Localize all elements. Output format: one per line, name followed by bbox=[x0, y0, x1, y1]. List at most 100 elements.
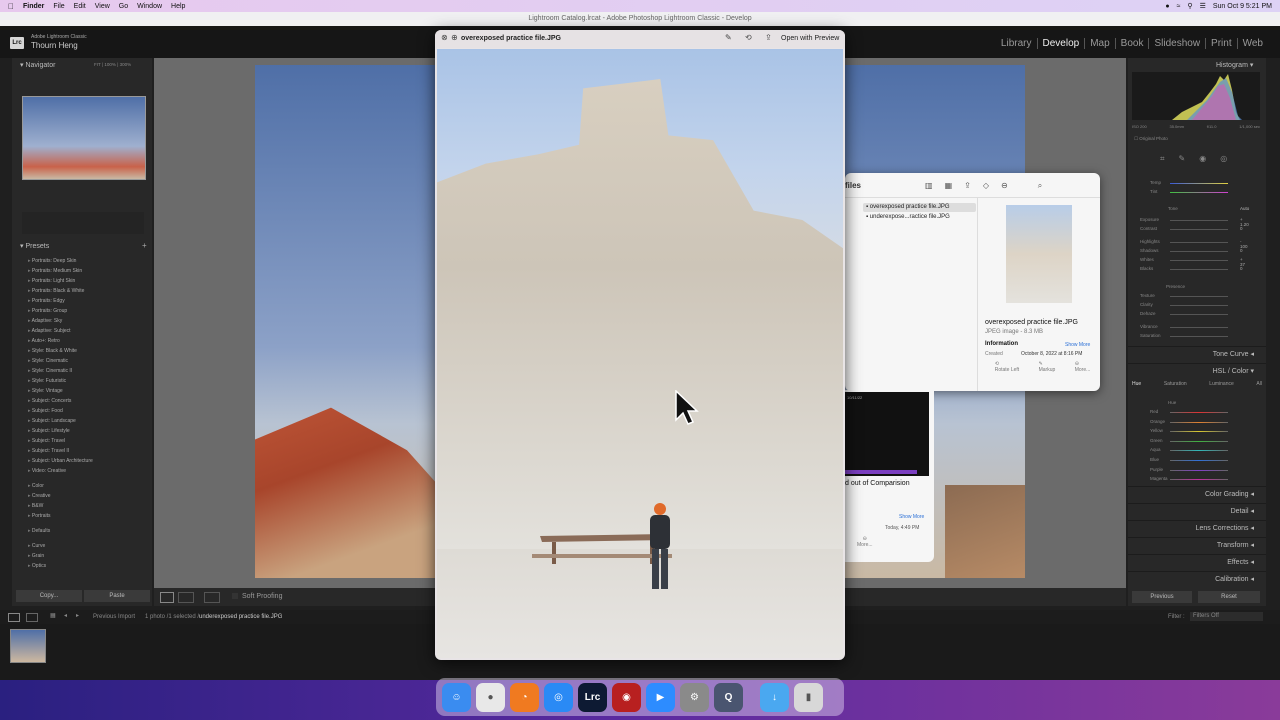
wifi-icon[interactable]: ≈ bbox=[1177, 3, 1181, 10]
panel-section[interactable]: Detail ◂ bbox=[1128, 503, 1266, 520]
apple-icon[interactable]:  bbox=[8, 2, 14, 11]
menu-app-finder[interactable]: Finder bbox=[23, 3, 44, 10]
auto-button[interactable]: Auto bbox=[1240, 206, 1249, 211]
second-more-action[interactable]: ⊖ More... bbox=[857, 536, 873, 548]
menu-file[interactable]: File bbox=[53, 3, 64, 10]
module-library[interactable]: Library bbox=[996, 38, 1038, 49]
preset-item[interactable]: Portraits: Deep Skin bbox=[28, 256, 148, 266]
search-icon[interactable]: ⚲ bbox=[1187, 2, 1192, 10]
hsl-slider[interactable] bbox=[1170, 440, 1228, 442]
close-icon[interactable]: ⊗ bbox=[441, 33, 448, 42]
dock-downloads-icon[interactable]: ↓ bbox=[760, 682, 789, 712]
dock-quicktime-icon[interactable]: Q bbox=[714, 682, 743, 712]
copy-button[interactable]: Copy... bbox=[16, 590, 82, 602]
share-icon-ql[interactable]: ⇪ bbox=[765, 33, 772, 42]
tint-slider[interactable] bbox=[1170, 192, 1228, 193]
menu-go[interactable]: Go bbox=[119, 3, 128, 10]
hsl-slider[interactable] bbox=[1170, 421, 1228, 423]
navigator-title[interactable]: ▾ Navigator bbox=[20, 61, 55, 69]
preset-item[interactable]: Style: Cinematic bbox=[28, 356, 148, 366]
menu-help[interactable]: Help bbox=[171, 3, 185, 10]
group-icon[interactable]: ▦ bbox=[945, 181, 953, 191]
dock-zoom-icon[interactable]: ▶ bbox=[646, 682, 675, 712]
before-after-icon[interactable] bbox=[178, 592, 194, 603]
dock-screen-icon[interactable]: ◉ bbox=[612, 682, 641, 712]
fullscreen-icon[interactable]: ⊕ bbox=[451, 33, 458, 42]
preset-item[interactable]: Subject: Food bbox=[28, 406, 148, 416]
module-print[interactable]: Print bbox=[1206, 38, 1238, 49]
hsl-tab-all[interactable]: All bbox=[1256, 381, 1262, 392]
heal-icon[interactable]: ✎ bbox=[1179, 154, 1186, 164]
mask-icon[interactable]: ◎ bbox=[1220, 154, 1227, 164]
menu-view[interactable]: View bbox=[95, 3, 110, 10]
menu-edit[interactable]: Edit bbox=[74, 3, 86, 10]
module-book[interactable]: Book bbox=[1116, 38, 1150, 49]
menu-window[interactable]: Window bbox=[137, 3, 162, 10]
zoom-fit[interactable]: FIT bbox=[94, 62, 101, 67]
presets-title[interactable]: ▾ Presets bbox=[20, 242, 49, 250]
file-row-underexposed[interactable]: ▪ underexpose...ractice file.JPG bbox=[863, 214, 950, 220]
preset-item[interactable]: Portraits: Light Skin bbox=[28, 276, 148, 286]
preset-item[interactable]: Video: Creative bbox=[28, 466, 148, 476]
filmstrip-source[interactable]: Previous Import bbox=[93, 614, 135, 620]
preset-item[interactable]: Style: Cinematic II bbox=[28, 366, 148, 376]
hsl-slider[interactable] bbox=[1170, 431, 1228, 433]
dock-settings-icon[interactable]: ⚙ bbox=[680, 682, 709, 712]
dock-safari-icon[interactable]: ◎ bbox=[544, 682, 573, 712]
slider-value[interactable]: 0 bbox=[1240, 226, 1243, 231]
preset-item[interactable]: Subject: Landscape bbox=[28, 416, 148, 426]
original-photo-checkbox[interactable]: ☐ Original Photo bbox=[1134, 136, 1168, 142]
module-slideshow[interactable]: Slideshow bbox=[1149, 38, 1207, 49]
preset-item[interactable]: Subject: Concerts bbox=[28, 396, 148, 406]
second-show-more[interactable]: Show More bbox=[899, 514, 924, 520]
grid-icon[interactable]: ▦ bbox=[50, 612, 56, 619]
menubar-clock[interactable]: Sun Oct 9 5:21 PM bbox=[1213, 3, 1272, 10]
preset-item[interactable]: Color bbox=[28, 481, 148, 491]
reset-button[interactable]: Reset bbox=[1198, 591, 1260, 603]
zoom-300[interactable]: 300% bbox=[120, 62, 132, 67]
preset-item[interactable]: Subject: Travel II bbox=[28, 446, 148, 456]
presence-slider[interactable] bbox=[1170, 305, 1228, 306]
back-icon[interactable]: ◂ bbox=[64, 612, 67, 619]
markup-action[interactable]: ✎ Markup bbox=[1039, 361, 1056, 373]
dock-trash-icon[interactable]: ▮ bbox=[794, 682, 823, 712]
preset-item[interactable]: Grain bbox=[28, 551, 148, 561]
module-map[interactable]: Map bbox=[1085, 38, 1116, 49]
show-more-link[interactable]: Show More bbox=[1065, 342, 1090, 348]
filmstrip-thumbnail[interactable] bbox=[10, 629, 46, 663]
add-preset-icon[interactable]: + bbox=[142, 241, 147, 250]
file-row-overexposed[interactable]: ▪ overexposed practice file.JPG bbox=[863, 203, 976, 212]
basic-slider[interactable] bbox=[1170, 229, 1228, 230]
preset-item[interactable]: Optics bbox=[28, 561, 148, 571]
control-center-icon[interactable]: ☰ bbox=[1200, 2, 1206, 10]
temp-slider[interactable] bbox=[1170, 183, 1228, 184]
preset-item[interactable]: Subject: Lifestyle bbox=[28, 426, 148, 436]
rotate-left-action[interactable]: ⟲ Rotate Left bbox=[995, 361, 1019, 373]
presence-slider[interactable] bbox=[1170, 327, 1228, 328]
preset-item[interactable]: Creative bbox=[28, 491, 148, 501]
zoom-100[interactable]: 100% bbox=[104, 62, 116, 67]
preset-item[interactable]: Portraits: Medium Skin bbox=[28, 266, 148, 276]
share-icon[interactable]: ⇪ bbox=[964, 181, 971, 191]
compare-icon[interactable] bbox=[204, 592, 220, 603]
rotate-icon[interactable]: ⟲ bbox=[745, 33, 752, 42]
presence-slider[interactable] bbox=[1170, 296, 1228, 297]
section-hsl[interactable]: HSL / Color ▾ bbox=[1128, 363, 1266, 380]
module-web[interactable]: Web bbox=[1238, 38, 1268, 49]
soft-proofing-checkbox[interactable] bbox=[232, 593, 238, 599]
action-icon[interactable]: ⊖ bbox=[1001, 181, 1008, 191]
module-develop[interactable]: Develop bbox=[1038, 38, 1086, 49]
basic-slider[interactable] bbox=[1170, 269, 1228, 270]
filter-dropdown[interactable]: Filters Off bbox=[1190, 612, 1263, 621]
dock-lrc-icon[interactable]: Lrc bbox=[578, 682, 607, 712]
preset-item[interactable]: Adaptive: Sky bbox=[28, 316, 148, 326]
record-icon[interactable]: ● bbox=[1165, 3, 1169, 10]
hsl-tab-saturation[interactable]: Saturation bbox=[1164, 381, 1187, 392]
hsl-slider[interactable] bbox=[1170, 479, 1228, 481]
preset-item[interactable]: Auto+: Retro bbox=[28, 336, 148, 346]
loupe-view-icon[interactable] bbox=[160, 592, 174, 603]
preset-item[interactable]: Portraits: Edgy bbox=[28, 296, 148, 306]
preset-item[interactable]: Style: Futuristic bbox=[28, 376, 148, 386]
preset-item[interactable]: B&W bbox=[28, 501, 148, 511]
preset-item[interactable]: Defaults bbox=[28, 526, 148, 536]
